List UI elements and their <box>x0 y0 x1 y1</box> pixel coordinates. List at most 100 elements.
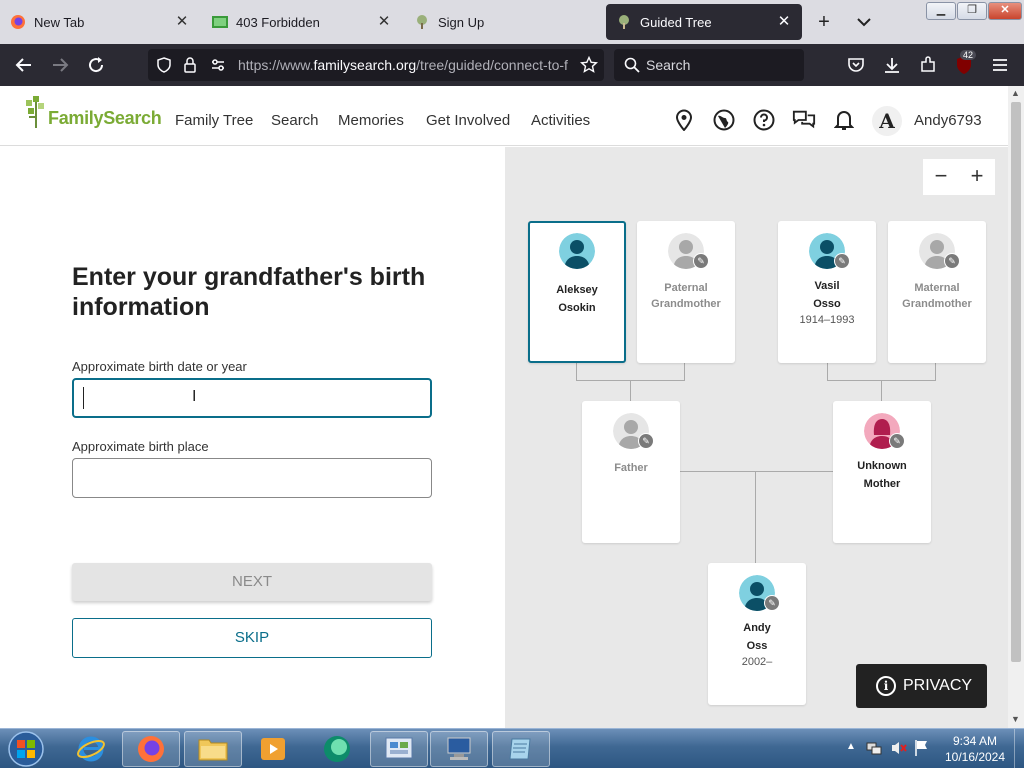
person-name: Mother <box>863 478 901 490</box>
zoom-out-button[interactable]: − <box>923 159 959 195</box>
maximize-window-button[interactable]: ❐ <box>957 2 987 20</box>
user-avatar[interactable]: A <box>872 106 902 136</box>
volume-muted-icon[interactable] <box>890 740 908 761</box>
clock-time: 9:34 AM <box>952 734 998 748</box>
firefox-taskbar-icon[interactable] <box>122 731 180 767</box>
tab-sign-up[interactable]: Sign Up <box>404 4 604 40</box>
forward-icon[interactable] <box>48 53 72 77</box>
show-desktop-button[interactable] <box>1014 729 1024 769</box>
person-card-aleksey-osokin[interactable]: Aleksey Osokin <box>528 221 626 363</box>
close-tab-icon[interactable]: ✕ <box>174 14 190 30</box>
person-card-maternal-grandmother[interactable]: ✎ Maternal Grandmother <box>888 221 986 363</box>
privacy-button[interactable]: i PRIVACY <box>856 664 987 708</box>
page-heading: Enter your grandfather's birth informati… <box>72 263 426 321</box>
familysearch-logo-icon[interactable] <box>24 96 48 135</box>
skip-button[interactable]: SKIP <box>72 618 432 658</box>
globe-icon[interactable] <box>712 108 736 132</box>
scrollbar-thumb[interactable] <box>1011 102 1021 662</box>
person-card-vasil-osso[interactable]: ✎ Vasil Osso 1914–1993 <box>778 221 876 363</box>
close-tab-icon[interactable]: ✕ <box>376 14 392 30</box>
lock-icon[interactable] <box>183 57 197 78</box>
list-all-tabs-button[interactable] <box>854 10 874 34</box>
chat-app-icon[interactable] <box>308 731 366 767</box>
clock-date: 10/16/2024 <box>944 750 1006 764</box>
tree-connector <box>576 362 577 381</box>
pocket-icon[interactable] <box>844 53 868 77</box>
windows-taskbar: ▲ 9:34 AM 10/16/2024 <box>0 728 1024 769</box>
person-name: Grandmother <box>651 298 721 310</box>
tab-403-forbidden[interactable]: 403 Forbidden ✕ <box>202 4 402 40</box>
close-window-button[interactable]: ✕ <box>988 2 1022 20</box>
page-scrollbar[interactable]: ▲ ▼ <box>1008 86 1024 728</box>
start-button[interactable] <box>6 730 46 773</box>
edit-pencil-icon[interactable]: ✎ <box>693 253 709 269</box>
privacy-label: PRIVACY <box>903 677 973 694</box>
tab-image-icon <box>212 14 228 30</box>
edit-pencil-icon[interactable]: ✎ <box>638 433 654 449</box>
nav-family-tree[interactable]: Family Tree <box>175 112 253 129</box>
edit-pencil-icon[interactable]: ✎ <box>834 253 850 269</box>
familysearch-logo-text[interactable]: FamilySearch <box>48 108 162 129</box>
notifications-bell-icon[interactable] <box>832 108 856 132</box>
tree-connector <box>684 362 685 381</box>
reload-icon[interactable] <box>84 53 108 77</box>
birth-place-input[interactable] <box>72 458 432 498</box>
search-icon <box>624 57 640 78</box>
address-bar[interactable]: https://www.familysearch.org/tree/guided… <box>148 49 604 81</box>
person-card-father[interactable]: ✎ Father <box>582 401 680 543</box>
person-name: Oss <box>746 640 768 652</box>
back-icon[interactable] <box>12 53 36 77</box>
minimize-window-button[interactable]: ▁ <box>926 2 956 20</box>
permissions-icon[interactable] <box>210 57 226 78</box>
ibeam-cursor-icon: I <box>192 388 197 405</box>
menu-icon[interactable] <box>988 53 1012 77</box>
person-lifespan: 2002– <box>741 656 773 668</box>
downloads-icon[interactable] <box>880 53 904 77</box>
notepad-icon[interactable] <box>492 731 550 767</box>
scroll-up-icon[interactable]: ▲ <box>1011 88 1020 98</box>
nav-get-involved[interactable]: Get Involved <box>426 112 510 129</box>
close-tab-icon[interactable]: ✕ <box>776 14 792 30</box>
extensions-icon[interactable] <box>916 53 940 77</box>
browser-tab-strip: New Tab ✕ 403 Forbidden ✕ Sign Up Guided… <box>0 0 1024 44</box>
network-computer-icon[interactable] <box>430 731 488 767</box>
tracking-protection-icon[interactable] <box>156 57 172 78</box>
file-explorer-icon[interactable] <box>184 731 242 767</box>
internet-explorer-icon[interactable] <box>62 731 120 767</box>
edit-pencil-icon[interactable]: ✎ <box>889 433 905 449</box>
person-card-andy-oss[interactable]: ✎ Andy Oss 2002– <box>708 563 806 705</box>
control-panel-icon[interactable] <box>370 731 428 767</box>
taskbar-clock[interactable]: 9:34 AM 10/16/2024 <box>940 733 1010 765</box>
new-tab-button[interactable]: + <box>814 10 834 34</box>
person-card-paternal-grandmother[interactable]: ✎ Paternal Grandmother <box>637 221 735 363</box>
tab-new-tab[interactable]: New Tab ✕ <box>0 4 200 40</box>
bookmark-star-icon[interactable] <box>579 55 599 79</box>
birth-date-input[interactable] <box>72 378 432 418</box>
show-hidden-icons-icon[interactable]: ▲ <box>846 741 856 752</box>
tab-title: 403 Forbidden <box>236 14 320 30</box>
person-name: Grandmother <box>902 298 972 310</box>
messages-icon[interactable] <box>792 108 816 132</box>
nav-search[interactable]: Search <box>271 112 319 129</box>
help-icon[interactable] <box>752 108 776 132</box>
scroll-down-icon[interactable]: ▼ <box>1011 714 1020 724</box>
media-player-icon[interactable] <box>244 731 302 767</box>
person-name: Andy <box>743 622 771 634</box>
tab-guided-tree[interactable]: Guided Tree ✕ <box>606 4 802 40</box>
nav-memories[interactable]: Memories <box>338 112 404 129</box>
network-tray-icon[interactable] <box>866 740 882 761</box>
next-button[interactable]: NEXT <box>72 563 432 601</box>
action-center-flag-icon[interactable] <box>914 739 930 762</box>
tree-connector <box>935 362 936 381</box>
username[interactable]: Andy6793 <box>914 112 982 129</box>
zoom-in-button[interactable]: + <box>959 159 995 195</box>
location-pin-icon[interactable] <box>672 108 696 132</box>
person-name: Aleksey <box>556 284 598 296</box>
edit-pencil-icon[interactable]: ✎ <box>764 595 780 611</box>
nav-activities[interactable]: Activities <box>531 112 590 129</box>
edit-pencil-icon[interactable]: ✎ <box>944 253 960 269</box>
search-placeholder: Search <box>646 57 691 73</box>
browser-toolbar: https://www.familysearch.org/tree/guided… <box>0 44 1024 86</box>
person-card-unknown-mother[interactable]: ✎ Unknown Mother <box>833 401 931 543</box>
search-bar[interactable]: Search <box>614 49 804 81</box>
